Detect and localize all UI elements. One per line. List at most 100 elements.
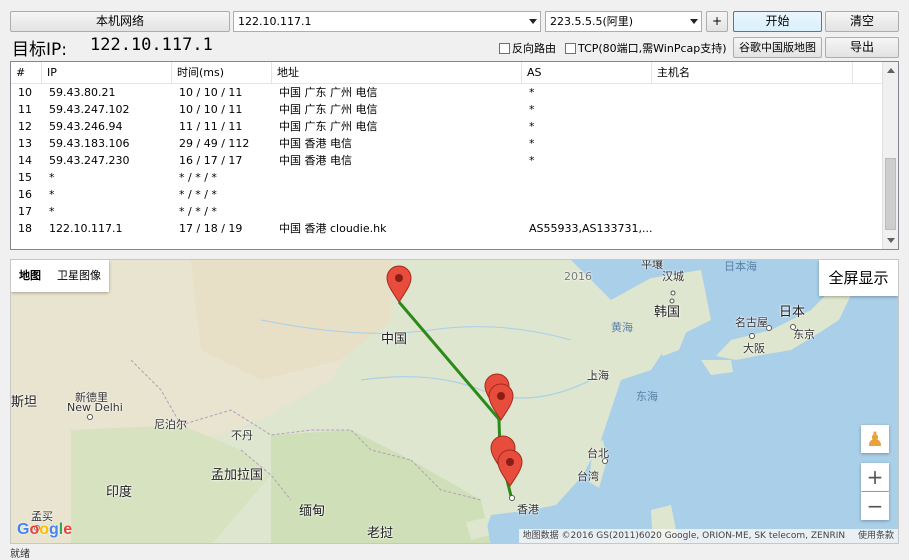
reverse-route-checkbox[interactable] (499, 43, 510, 54)
target-input[interactable]: 122.10.117.1 (233, 11, 541, 32)
map-terrain (11, 260, 851, 543)
table-row[interactable]: 10 59.43.80.21 10 / 10 / 11 中国 广东 广州 电信 * (11, 84, 883, 101)
map-label-nepal: 尼泊尔 (154, 418, 187, 431)
map-label-shanghai: 上海 (587, 369, 609, 382)
cell-ip: 59.43.80.21 (49, 86, 116, 99)
fullscreen-button[interactable]: 全屏显示 (819, 260, 898, 296)
dns-select[interactable]: 223.5.5.5(阿里) (545, 11, 702, 32)
google-logo: Google (17, 521, 73, 538)
cell-time: 10 / 10 / 11 (179, 103, 243, 116)
cell-as (522, 169, 652, 186)
cell-time: 29 / 49 / 112 (179, 137, 250, 150)
map-label-2016: 2016 (564, 270, 592, 283)
tcp-option[interactable]: TCP(80端口,需WinPcap支持) (565, 40, 727, 56)
map-label-osaka: 大阪 (743, 342, 765, 355)
table-row[interactable]: 13 59.43.183.106 29 / 49 / 112 中国 香港 电信 * (11, 135, 883, 152)
cell-address: 中国 香港 电信 (279, 154, 352, 167)
column-header-address[interactable]: 地址 (272, 62, 522, 84)
street-view-pegman-icon[interactable]: ♟ (861, 425, 889, 453)
start-button[interactable]: 开始 (733, 11, 822, 32)
local-network-button[interactable]: 本机网络 (10, 11, 230, 32)
tcp-checkbox[interactable] (565, 43, 576, 54)
cell-as (522, 203, 652, 220)
map-label-pyongyang: 平壤 (641, 259, 663, 271)
export-button[interactable]: 导出 (825, 37, 899, 58)
trace-table: # IP 时间(ms) 地址 AS 主机名 10 59.43.80.21 10 / … (10, 61, 899, 250)
cell-hostname (652, 84, 853, 101)
cell-index: 18 (18, 222, 32, 235)
map-tab[interactable]: 地图 (11, 260, 49, 292)
cell-as: AS55933,AS133731,... (529, 222, 652, 235)
zoom-out-button[interactable]: − (861, 492, 889, 520)
map-label-bangladesh: 孟加拉国 (211, 468, 264, 483)
table-row[interactable]: 16 * * / * / * (11, 186, 883, 203)
map-label-newdelhi-en: New Delhi (67, 401, 123, 414)
map-label-hancheng: 汉城 (662, 270, 684, 283)
route-map[interactable]: 地图 卫星图像 全屏显示 中国 印度 新德里 New Delhi 尼泊尔 不丹 孟… (10, 259, 899, 544)
cell-hostname (652, 101, 853, 118)
target-input-value: 122.10.117.1 (238, 15, 312, 28)
cell-address: 中国 广东 广州 电信 (279, 120, 378, 133)
cell-ip: 59.43.246.94 (49, 120, 123, 133)
table-row[interactable]: 15 * * / * / * (11, 169, 883, 186)
cell-index: 10 (18, 86, 32, 99)
cell-ip: 122.10.117.1 (49, 222, 123, 235)
column-header-ip[interactable]: IP (42, 62, 172, 84)
cell-time: * / * / * (179, 205, 217, 218)
scroll-thumb[interactable] (885, 158, 896, 230)
cell-index: 15 (18, 171, 32, 184)
map-label-hongkong: 香港 (517, 503, 539, 516)
cell-index: 14 (18, 154, 32, 167)
cell-hostname (652, 203, 853, 220)
table-row[interactable]: 17 * * / * / * (11, 203, 883, 220)
cell-ip: * (49, 205, 55, 218)
table-row[interactable]: 12 59.43.246.94 11 / 11 / 11 中国 广东 广州 电信 * (11, 118, 883, 135)
cell-address (272, 203, 522, 220)
scroll-down-icon[interactable] (887, 238, 895, 243)
dns-select-value: 223.5.5.5(阿里) (550, 15, 634, 28)
google-china-map-button[interactable]: 谷歌中国版地图 (733, 37, 822, 58)
reverse-route-option[interactable]: 反向路由 (499, 40, 556, 56)
cell-time: 11 / 11 / 11 (179, 120, 243, 133)
add-dns-button[interactable]: + (706, 11, 728, 32)
cell-address: 中国 广东 广州 电信 (279, 103, 378, 116)
map-label-myanmar: 缅甸 (299, 504, 326, 519)
scroll-up-icon[interactable] (887, 68, 895, 73)
map-label-laos: 老挝 (367, 526, 394, 541)
cell-as: * (529, 103, 535, 116)
column-header-as[interactable]: AS (522, 62, 652, 84)
map-label-japan: 日本 (779, 305, 806, 320)
column-header-hostname[interactable]: 主机名 (652, 62, 853, 84)
reverse-route-label: 反向路由 (512, 42, 556, 55)
column-header-index[interactable]: # (11, 62, 42, 84)
map-label-pakistan: 斯坦 (11, 395, 38, 410)
column-header-time[interactable]: 时间(ms) (172, 62, 272, 84)
table-row[interactable]: 11 59.43.247.102 10 / 10 / 11 中国 广东 广州 电信 * (11, 101, 883, 118)
cell-time: 17 / 18 / 19 (179, 222, 243, 235)
table-scrollbar[interactable] (882, 62, 898, 249)
cell-ip: 59.43.183.106 (49, 137, 130, 150)
cell-time: 10 / 10 / 11 (179, 86, 243, 99)
map-label-tokyo: 东京 (793, 328, 815, 341)
table-row[interactable]: 18 122.10.117.1 17 / 18 / 19 中国 香港 cloudie.… (11, 220, 883, 237)
cell-hostname (652, 169, 853, 186)
chevron-down-icon[interactable] (529, 19, 537, 24)
satellite-tab[interactable]: 卫星图像 (49, 260, 109, 292)
map-label-bhutan: 不丹 (231, 429, 253, 442)
table-row[interactable]: 14 59.43.247.230 16 / 17 / 17 中国 香港 电信 * (11, 152, 883, 169)
clear-button[interactable]: 清空 (825, 11, 899, 32)
cell-time: * / * / * (179, 188, 217, 201)
zoom-in-button[interactable]: + (861, 463, 889, 491)
map-label-korea: 韩国 (654, 305, 681, 320)
cell-index: 16 (18, 188, 32, 201)
map-type-control: 地图 卫星图像 (11, 260, 109, 292)
map-label-east-sea: 东海 (636, 390, 658, 403)
cell-as: * (529, 86, 535, 99)
map-label-india: 印度 (106, 485, 133, 500)
terms-link[interactable]: 使用条款 (858, 531, 894, 541)
cell-as: * (529, 120, 535, 133)
chevron-down-icon[interactable] (690, 19, 698, 24)
cell-index: 12 (18, 120, 32, 133)
table-header: # IP 时间(ms) 地址 AS 主机名 (11, 62, 883, 84)
cell-address (272, 169, 522, 186)
